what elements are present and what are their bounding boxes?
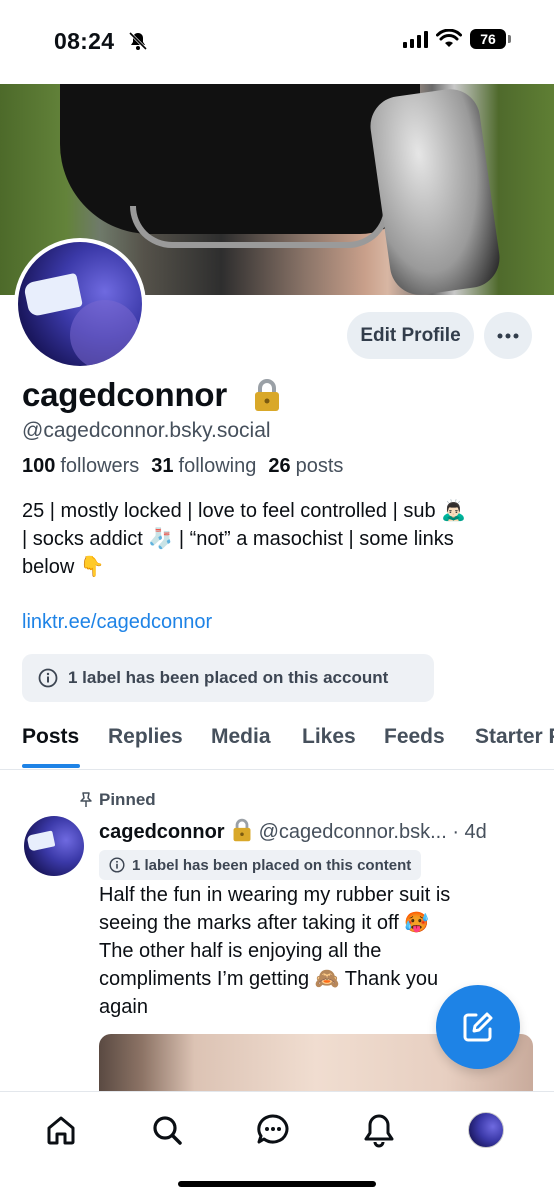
bell-icon xyxy=(364,1114,394,1148)
home-icon xyxy=(47,1116,75,1145)
profile-stats: 100 followers 31 following 26 posts xyxy=(22,455,343,478)
content-label-text: 1 label has been placed on this content xyxy=(132,856,412,874)
tab-starter-packs[interactable]: Starter Packs xyxy=(475,722,554,769)
search-icon xyxy=(153,1116,182,1145)
post-author-avatar[interactable] xyxy=(24,816,84,876)
chat-bubble-icon xyxy=(257,1114,289,1144)
edit-profile-button[interactable]: Edit Profile xyxy=(347,312,474,359)
nav-search[interactable] xyxy=(147,1110,187,1150)
post-text-line: Half the fun in wearing my rubber suit i… xyxy=(99,884,451,906)
home-indicator xyxy=(178,1181,376,1187)
info-circle-icon xyxy=(109,857,125,873)
signal-icon xyxy=(403,30,428,48)
following-stat[interactable]: 31 following xyxy=(151,455,256,478)
nav-notifications[interactable] xyxy=(359,1110,399,1150)
tab-feeds[interactable]: Feeds xyxy=(384,722,445,769)
pinned-indicator: Pinned xyxy=(79,790,156,810)
tab-media[interactable]: Media xyxy=(211,722,271,769)
followers-stat[interactable]: 100 followers xyxy=(22,455,139,478)
ellipsis-icon xyxy=(497,333,519,338)
post-text-line: The other half is enjoying all the xyxy=(99,940,382,962)
display-name: cagedconnor xyxy=(22,376,228,413)
status-bar: 08:24 76 xyxy=(0,0,554,84)
info-circle-icon xyxy=(38,668,58,688)
profile-handle: @cagedconnor.bsky.social xyxy=(22,419,271,442)
posts-stat: 26 posts xyxy=(268,455,344,477)
profile-tabs: Posts Replies Media Likes Feeds Starter … xyxy=(0,722,554,770)
more-options-button[interactable] xyxy=(484,312,532,359)
bio-line: 25 | mostly locked | love to feel contro… xyxy=(22,500,467,522)
tab-replies[interactable]: Replies xyxy=(108,722,183,769)
nav-profile[interactable] xyxy=(466,1110,506,1150)
nav-profile-avatar xyxy=(468,1112,504,1148)
compose-icon xyxy=(463,1012,493,1042)
profile-bio: 25 | mostly locked | love to feel contro… xyxy=(22,497,532,581)
pinned-label: Pinned xyxy=(99,790,156,809)
post-text-line: compliments I’m getting 🙈 Thank you xyxy=(99,968,439,990)
account-label-notice[interactable]: 1 label has been placed on this account xyxy=(22,654,434,702)
bio-line: | socks addict 🧦 | “not” a masochist | s… xyxy=(22,528,454,550)
lock-icon xyxy=(255,379,279,411)
profile-avatar[interactable] xyxy=(14,238,146,370)
nav-chat[interactable] xyxy=(253,1110,293,1150)
nav-home[interactable] xyxy=(41,1110,81,1150)
status-time: 08:24 xyxy=(54,28,115,54)
active-tab-indicator xyxy=(22,764,80,768)
compose-button[interactable] xyxy=(436,985,520,1069)
battery-indicator: 76 xyxy=(470,29,511,49)
account-label-text: 1 label has been placed on this account xyxy=(68,668,389,687)
content-label-notice[interactable]: 1 label has been placed on this content xyxy=(99,850,422,880)
wifi-icon xyxy=(436,29,462,47)
tab-likes[interactable]: Likes xyxy=(302,722,356,769)
post-time: · 4d xyxy=(452,821,487,843)
post-text-line: seeing the marks after taking it off 🥵 xyxy=(99,912,430,934)
post-header: cagedconnor @cagedconnor.bsk... · 4d xyxy=(99,818,487,844)
bio-link[interactable]: linktr.ee/cagedconnor xyxy=(22,611,212,634)
pin-icon xyxy=(80,792,92,807)
post-author-name[interactable]: cagedconnor xyxy=(99,821,225,843)
bio-line: below 👇 xyxy=(22,556,105,578)
tab-posts[interactable]: Posts xyxy=(22,722,79,769)
lock-icon xyxy=(233,818,251,842)
post-author-handle[interactable]: @cagedconnor.bsk... xyxy=(259,821,447,843)
bell-slash-icon xyxy=(128,31,148,51)
